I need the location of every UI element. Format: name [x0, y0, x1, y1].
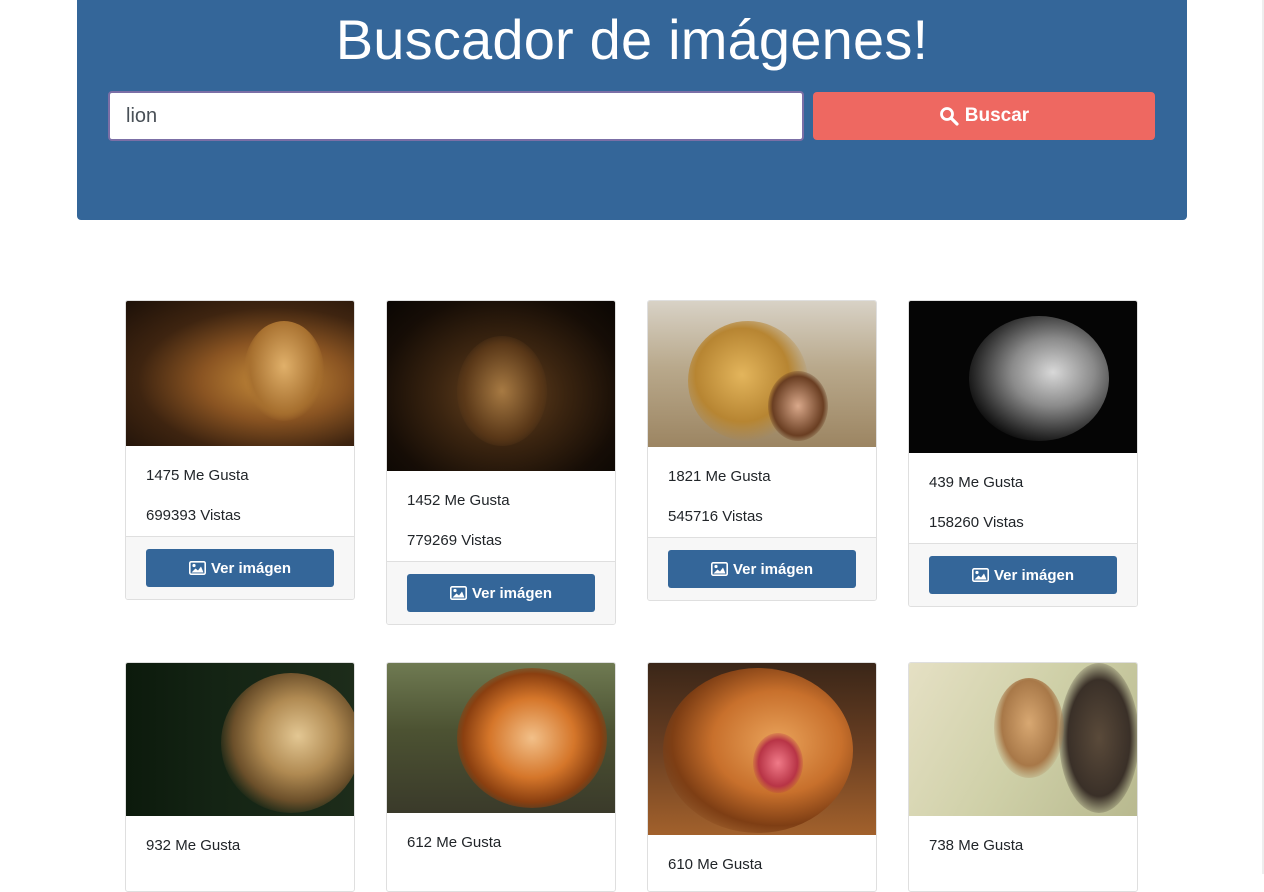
- likes-count: 610 Me Gusta: [668, 856, 763, 873]
- views-count: 779269 Vistas: [407, 532, 502, 549]
- lion-image[interactable]: [387, 663, 615, 813]
- image-card: 612 Me Gusta: [386, 662, 616, 892]
- likes-count: 1452 Me Gusta: [407, 492, 510, 509]
- views-count: 545716 Vistas: [668, 508, 763, 525]
- image-card: 1821 Me Gusta 545716 Vistas Ver imágen: [647, 300, 877, 601]
- view-image-label: Ver imágen: [732, 560, 814, 578]
- image-card: 1475 Me Gusta 699393 Vistas Ver imágen: [125, 300, 355, 600]
- search-input[interactable]: [108, 91, 804, 141]
- roaring-lion-image[interactable]: [648, 663, 876, 835]
- views-count: 158260 Vistas: [929, 514, 1024, 531]
- view-image-button[interactable]: Ver imágen: [668, 550, 856, 588]
- lion-image[interactable]: [126, 663, 354, 816]
- likes-count: 439 Me Gusta: [929, 474, 1024, 491]
- lion-and-girl-image[interactable]: [648, 301, 876, 447]
- likes-count: 738 Me Gusta: [929, 837, 1024, 854]
- search-button[interactable]: Buscar: [813, 92, 1155, 140]
- likes-count: 932 Me Gusta: [146, 837, 241, 854]
- likes-count: 1475 Me Gusta: [146, 467, 249, 484]
- lion-cub-image[interactable]: [909, 663, 1137, 816]
- image-icon: [188, 561, 206, 575]
- lion-image[interactable]: [126, 301, 354, 446]
- view-image-label: Ver imágen: [471, 584, 553, 602]
- view-image-label: Ver imágen: [210, 559, 292, 577]
- views-count: 699393 Vistas: [146, 507, 241, 524]
- image-card: 738 Me Gusta: [908, 662, 1138, 892]
- image-card: 1452 Me Gusta 779269 Vistas Ver imágen: [386, 300, 616, 625]
- search-icon: [939, 107, 959, 126]
- image-card: 439 Me Gusta 158260 Vistas Ver imágen: [908, 300, 1138, 607]
- image-card: 932 Me Gusta: [125, 662, 355, 892]
- view-image-button[interactable]: Ver imágen: [407, 574, 595, 612]
- page-title: Buscador de imágenes!: [335, 8, 929, 71]
- image-card: 610 Me Gusta: [647, 662, 877, 892]
- lion-image[interactable]: [387, 301, 615, 471]
- likes-count: 1821 Me Gusta: [668, 468, 771, 485]
- view-image-button[interactable]: Ver imágen: [929, 556, 1117, 594]
- view-image-label: Ver imágen: [993, 566, 1075, 584]
- image-icon: [449, 586, 467, 600]
- image-icon: [710, 562, 728, 576]
- likes-count: 612 Me Gusta: [407, 834, 502, 851]
- lion-image[interactable]: [909, 301, 1137, 453]
- view-image-button[interactable]: Ver imágen: [146, 549, 334, 587]
- search-button-label: Buscar: [964, 105, 1030, 126]
- image-icon: [971, 568, 989, 582]
